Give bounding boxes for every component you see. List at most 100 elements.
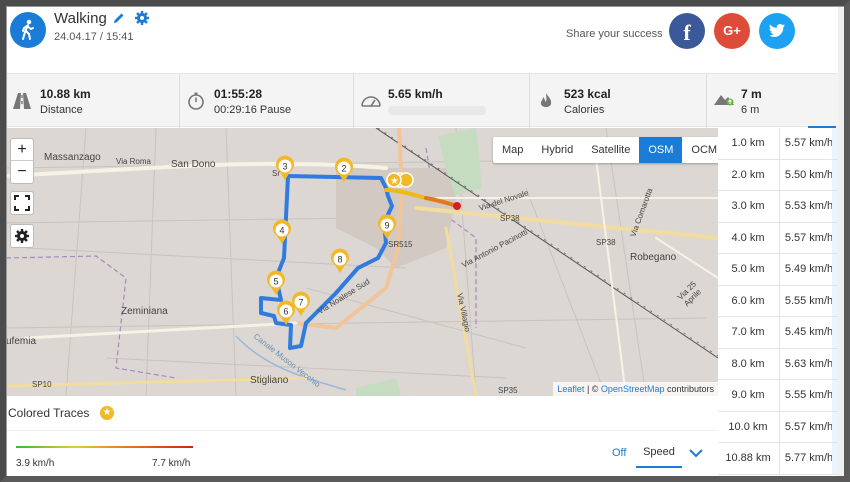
- road-label: SR515: [388, 240, 413, 249]
- split-distance: 9.0 km: [731, 389, 765, 401]
- split-row[interactable]: 9.0 km 5.55 km/h: [718, 380, 838, 412]
- place-label: Massanzago: [44, 152, 101, 163]
- osm-link[interactable]: OpenStreetMap: [601, 384, 665, 394]
- km-marker-label: 4: [279, 226, 284, 236]
- split-speed: 5.57 km/h: [779, 128, 838, 159]
- split-speed: 5.45 km/h: [779, 317, 838, 348]
- split-row[interactable]: 2.0 km 5.50 km/h: [718, 159, 838, 191]
- split-row[interactable]: 10.88 km 5.77 km/h: [718, 443, 838, 475]
- layer-map-button[interactable]: Map: [493, 137, 532, 163]
- page-scrollbar[interactable]: [838, 6, 844, 476]
- place-label: Zeminiana: [121, 306, 168, 317]
- km-marker-layer: 2 3 4 5 67 8 9 ★: [267, 155, 414, 325]
- km-marker-label: 5: [273, 277, 278, 287]
- star-icon[interactable]: ★: [100, 406, 114, 420]
- settings-gear-icon[interactable]: [134, 10, 150, 26]
- traces-off-option[interactable]: Off: [612, 447, 626, 459]
- route-start-marker[interactable]: ★: [386, 172, 414, 188]
- km-marker[interactable]: 4: [273, 219, 291, 244]
- chevron-down-icon[interactable]: [688, 446, 704, 458]
- star-icon: ★: [390, 176, 399, 187]
- split-row[interactable]: 5.0 km 5.49 km/h: [718, 254, 838, 286]
- km-marker[interactable]: 8: [331, 248, 350, 273]
- stat-value: 523 kcal: [564, 87, 611, 101]
- split-speed: 5.63 km/h: [779, 348, 838, 379]
- route-map[interactable]: 2 3 4 5 6 7 8 9 ★ Massanzago San Dono Zeminiana …: [6, 128, 718, 396]
- place-label: San Dono: [171, 159, 216, 170]
- split-distance: 3.0 km: [731, 200, 765, 212]
- facebook-share-button[interactable]: f: [669, 13, 705, 49]
- split-speed: 5.77 km/h: [779, 443, 838, 474]
- stat-value: 5.65 km/h: [388, 87, 443, 101]
- km-marker[interactable]: 2: [335, 157, 353, 182]
- zoom-control: + −: [10, 138, 34, 184]
- km-marker-label: 8: [337, 255, 342, 265]
- colored-traces-panel: Colored Traces ★ 3.9 km/h 7.7 km/h Off S…: [6, 396, 718, 476]
- road-label: SP10: [32, 380, 52, 389]
- split-row[interactable]: 4.0 km 5.57 km/h: [718, 222, 838, 254]
- leaflet-link[interactable]: Leaflet: [557, 384, 584, 394]
- split-speed: 5.57 km/h: [779, 411, 838, 442]
- gradient-max-label: 7.7 km/h: [152, 458, 191, 469]
- km-marker-label: 9: [384, 221, 389, 231]
- km-marker[interactable]: 9: [378, 214, 397, 239]
- layer-hybrid-button[interactable]: Hybrid: [532, 137, 582, 163]
- stopwatch-icon: [186, 91, 206, 111]
- split-speed: 5.55 km/h: [779, 380, 838, 411]
- stat-label: Calories: [564, 104, 605, 116]
- split-row[interactable]: 8.0 km 5.63 km/h: [718, 348, 838, 380]
- flame-icon: [536, 91, 556, 111]
- split-speed-bar: [832, 254, 838, 285]
- split-speed: 5.57 km/h: [779, 222, 838, 253]
- split-speed-bar: [832, 348, 838, 379]
- km-marker-label: 2: [341, 164, 346, 174]
- km-splits-table: 1.0 km 5.57 km/h 2.0 km 5.50 km/h 3.0 km 5.53…: [718, 128, 838, 476]
- split-distance: 6.0 km: [731, 294, 765, 307]
- layer-satellite-button[interactable]: Satellite: [582, 137, 639, 163]
- edit-pencil-icon[interactable]: [112, 11, 126, 25]
- gear-icon: [15, 229, 29, 243]
- road-label: SP38: [596, 238, 616, 247]
- km-marker-label: 7: [298, 298, 303, 308]
- km-marker[interactable]: 7: [292, 291, 311, 316]
- google-plus-share-button[interactable]: G+: [714, 13, 750, 49]
- zoom-out-button[interactable]: −: [11, 161, 33, 183]
- elevation-icon: [713, 88, 734, 108]
- traces-mode-select[interactable]: Speed: [636, 442, 682, 468]
- km-marker-label: 3: [282, 162, 287, 172]
- blurred-label: [388, 106, 486, 115]
- split-speed-bar: [832, 159, 838, 190]
- layer-osm-button[interactable]: OSM: [639, 137, 683, 163]
- split-distance: 7.0 km: [731, 326, 765, 338]
- split-row[interactable]: 1.0 km 5.57 km/h: [718, 128, 838, 160]
- stat-elevation: 7 m 6 m: [707, 74, 838, 128]
- activity-title: Walking: [54, 10, 107, 27]
- split-distance: 10.88 km: [725, 452, 771, 464]
- zoom-in-button[interactable]: +: [11, 139, 33, 161]
- map-layer-switcher: Map Hybrid Satellite OSM OCM: [493, 137, 718, 163]
- place-label: Robegano: [630, 252, 677, 263]
- road-icon: [12, 91, 32, 111]
- stats-bar: 10.88 km Distance 01:55:28 00:29:16 Paus…: [6, 73, 838, 128]
- divider: [6, 430, 718, 431]
- twitter-share-button[interactable]: [759, 13, 795, 49]
- stat-calories: 523 kcal Calories: [530, 74, 707, 128]
- split-row[interactable]: 10.0 km 5.57 km/h: [718, 411, 838, 443]
- layer-ocm-button[interactable]: OCM: [682, 137, 718, 163]
- stat-value: 01:55:28: [214, 87, 263, 101]
- split-row[interactable]: 7.0 km 5.45 km/h: [718, 317, 838, 349]
- stat-duration: 01:55:28 00:29:16 Pause: [180, 74, 354, 128]
- twitter-bird-icon: [769, 24, 785, 37]
- fullscreen-button[interactable]: [10, 191, 34, 215]
- road-label: Via Roma: [116, 157, 151, 166]
- walking-activity-icon: [10, 12, 46, 48]
- km-marker[interactable]: 6: [277, 300, 295, 325]
- split-distance: 8.0 km: [731, 357, 765, 370]
- split-row[interactable]: 6.0 km 5.55 km/h: [718, 285, 838, 317]
- split-speed: 5.50 km/h: [779, 159, 838, 190]
- stat-distance: 10.88 km Distance: [6, 74, 180, 128]
- split-row[interactable]: 3.0 km 5.53 km/h: [718, 191, 838, 223]
- km-marker[interactable]: 5: [267, 270, 285, 295]
- activity-header: Walking 24.04.17 / 15:41 Share your succ…: [6, 6, 838, 64]
- map-settings-button[interactable]: [10, 224, 34, 248]
